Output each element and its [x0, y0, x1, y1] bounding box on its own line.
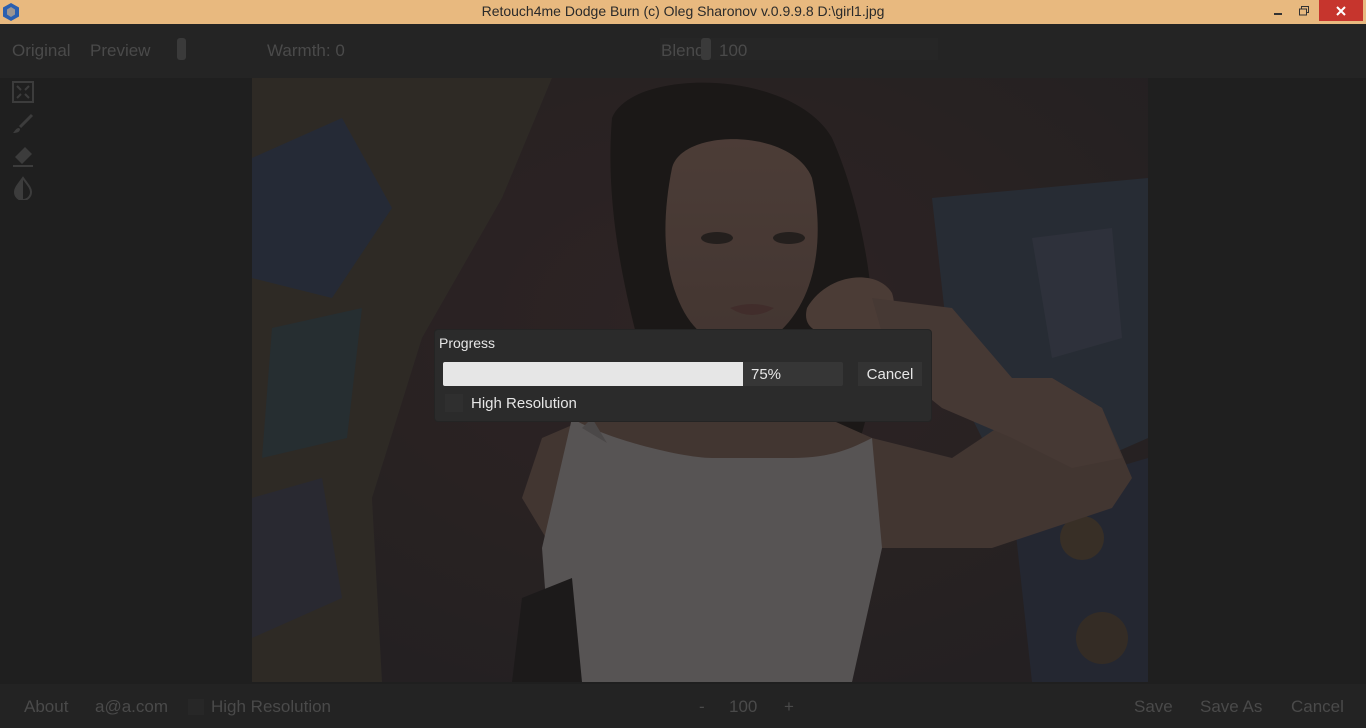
- window-title: Retouch4me Dodge Burn (c) Oleg Sharonov …: [481, 3, 885, 19]
- close-icon: [1336, 5, 1346, 16]
- bottom-bar: About a@a.com High Resolution - 100 + Sa…: [0, 684, 1366, 728]
- brush-icon: [13, 113, 34, 133]
- minimize-button[interactable]: [1266, 0, 1290, 22]
- contrast-tool[interactable]: [11, 176, 35, 201]
- progress-percent: 75%: [751, 366, 782, 383]
- brush-tool[interactable]: [11, 112, 35, 136]
- preview-toggle[interactable]: [177, 38, 186, 60]
- fit-screen-tool[interactable]: [11, 80, 35, 104]
- blend-label: Blend: [661, 41, 705, 60]
- restore-button[interactable]: [1292, 0, 1316, 22]
- progress-bar-fill: [443, 362, 743, 386]
- dialog-title: Progress: [439, 335, 496, 351]
- account-email: a@a.com: [95, 697, 169, 716]
- zoom-out-button[interactable]: -: [699, 697, 705, 717]
- restore-icon: [1299, 6, 1309, 16]
- about-button[interactable]: About: [24, 697, 68, 717]
- dialog-cancel-button[interactable]: Cancel: [858, 362, 922, 386]
- dialog-high-resolution-checkbox[interactable]: [445, 394, 463, 412]
- fit-screen-icon: [12, 81, 34, 103]
- eraser-tool[interactable]: [11, 144, 35, 168]
- title-bar: Retouch4me Dodge Burn (c) Oleg Sharonov …: [0, 0, 1366, 24]
- progress-dialog: Progress 75% Cancel High Resolution: [435, 330, 931, 421]
- save-button[interactable]: Save: [1134, 697, 1173, 717]
- blend-slider-handle[interactable]: [701, 38, 711, 60]
- dialog-high-resolution-label[interactable]: High Resolution: [471, 395, 577, 412]
- warmth-slider-label[interactable]: Warmth: 0: [267, 41, 345, 61]
- eraser-icon: [13, 147, 33, 167]
- cancel-button[interactable]: Cancel: [1291, 697, 1344, 717]
- high-resolution-checkbox[interactable]: [188, 699, 204, 715]
- preview-button[interactable]: Preview: [90, 41, 150, 61]
- high-resolution-label[interactable]: High Resolution: [211, 697, 331, 717]
- progress-bar: 75%: [443, 362, 843, 386]
- close-button[interactable]: [1319, 0, 1363, 21]
- save-as-button[interactable]: Save As: [1200, 697, 1262, 717]
- minimize-icon: [1274, 13, 1282, 15]
- zoom-in-button[interactable]: +: [784, 697, 794, 717]
- top-toolbar: Original Preview Warmth: 0 Blend 100: [0, 24, 1366, 78]
- zoom-value: 100: [729, 697, 758, 716]
- original-button[interactable]: Original: [12, 41, 71, 61]
- blend-value: 100: [719, 41, 748, 60]
- contrast-drop-icon: [13, 176, 33, 201]
